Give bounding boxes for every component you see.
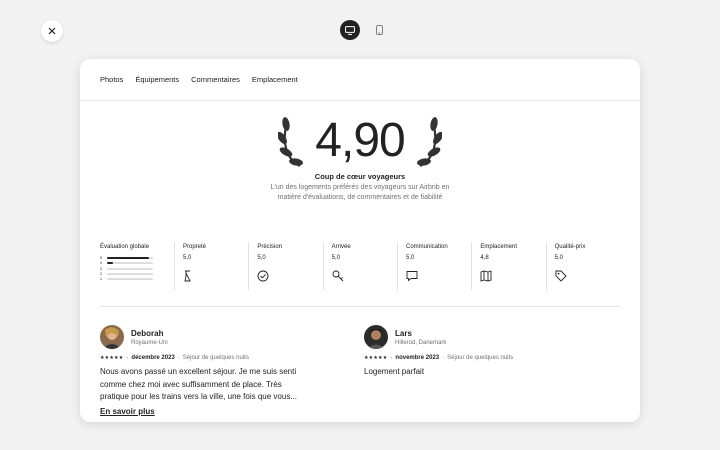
- rating-categories: Évaluation globale 54321 Propreté 5,0 Pr…: [100, 242, 620, 290]
- rating-bar-track: [107, 262, 153, 265]
- category-label: Qualité-prix: [554, 244, 586, 250]
- rating-bar-label: 5: [100, 256, 102, 260]
- category-communication: Communication 5,0: [396, 242, 471, 290]
- category-qualite-prix: Qualité-prix 5,0: [545, 242, 620, 290]
- tab-photos[interactable]: Photos: [100, 75, 123, 84]
- desktop-icon: [345, 25, 355, 35]
- rating-bar-track: [107, 272, 153, 275]
- laurel-right-icon: [417, 117, 442, 167]
- overall-rating-label: Évaluation globale: [100, 244, 150, 250]
- rating-bar-label: 1: [100, 277, 102, 282]
- category-value: 5,0: [331, 255, 340, 261]
- category-label: Arrivée: [331, 244, 351, 250]
- category-value: 5,0: [257, 255, 266, 261]
- device-toggle: [340, 20, 389, 40]
- rating-bar-label: 2: [100, 271, 102, 276]
- close-icon: [48, 27, 56, 35]
- section-divider: [100, 306, 620, 307]
- spray-bottle-icon: [184, 270, 191, 282]
- rating-bar-row: 3: [100, 267, 174, 271]
- review-date: décembre 2023: [131, 355, 175, 361]
- rating-bar-label: 4: [100, 261, 102, 266]
- overall-rating-distribution: Évaluation globale 54321: [100, 242, 174, 290]
- close-button[interactable]: [41, 20, 63, 42]
- guest-favorite-description: L'un des logements préférés des voyageur…: [270, 184, 450, 201]
- category-label: Précision: [257, 244, 283, 250]
- reviewer-name: Deborah: [131, 328, 164, 338]
- rating-bar-track: [107, 278, 153, 281]
- overall-score: 4,90: [315, 114, 405, 167]
- tab-equipements[interactable]: Équipements: [135, 75, 179, 84]
- review-stars: ★★★★★: [100, 355, 124, 361]
- category-value: 5,0: [405, 255, 415, 261]
- rating-bar-row: 5: [100, 256, 174, 260]
- rating-bar-label: 3: [100, 266, 102, 271]
- review-date: novembre 2023: [395, 355, 440, 361]
- key-icon: [332, 270, 343, 282]
- rating-bar-track: [107, 257, 153, 259]
- review-stay-type: Séjour de quelques nuits: [447, 355, 514, 361]
- review-stars: ★★★★★: [364, 355, 388, 361]
- category-emplacement: Emplacement 4,8: [471, 242, 545, 290]
- reviewer-name: Lars: [395, 328, 412, 338]
- category-label: Propreté: [183, 244, 207, 250]
- tab-commentaires[interactable]: Commentaires: [191, 75, 240, 84]
- category-precision: Précision 5,0: [248, 242, 322, 290]
- desktop-view-button[interactable]: [340, 20, 360, 40]
- read-more-link[interactable]: En savoir plus: [100, 407, 305, 416]
- reviewer-location: Royaume-Uni: [131, 339, 168, 346]
- category-arrivee: Arrivée 5,0: [322, 242, 397, 290]
- category-value: 4,8: [480, 255, 489, 261]
- category-label: Emplacement: [480, 244, 517, 250]
- rating-bar-row: 1: [100, 277, 174, 281]
- reviewer-location: Hillerod, Danemark: [395, 339, 447, 346]
- check-circle-icon: [257, 270, 269, 282]
- review-card: Deborah Royaume-Uni ★★★★★ · décembre 202…: [100, 325, 305, 416]
- review-text: Nous avons passé un excellent séjour. Je…: [100, 367, 297, 401]
- category-value: 5,0: [183, 255, 192, 261]
- mobile-view-button[interactable]: [369, 20, 389, 40]
- price-tag-icon: [555, 270, 567, 282]
- review-text: Logement parfait: [364, 367, 425, 376]
- mobile-icon: [375, 25, 383, 35]
- section-tabs: Photos Équipements Commentaires Emplacem…: [80, 59, 640, 101]
- tab-emplacement[interactable]: Emplacement: [252, 75, 298, 84]
- listing-reviews-card: Photos Équipements Commentaires Emplacem…: [80, 59, 640, 422]
- map-icon: [480, 270, 492, 282]
- rating-bar-row: 2: [100, 272, 174, 276]
- rating-bar-fill: [107, 257, 150, 259]
- rating-bar-fill: [107, 262, 113, 265]
- guest-favorite-title: Coup de cœur voyageurs: [314, 172, 406, 181]
- review-stay-type: Séjour de quelques nuits: [182, 355, 249, 361]
- review-card: Lars Hillerod, Danemark ★★★★★ · novembre…: [364, 325, 569, 379]
- category-proprete: Propreté 5,0: [174, 242, 248, 290]
- avatar[interactable]: [364, 325, 388, 349]
- category-label: Communication: [405, 244, 448, 250]
- category-value: 5,0: [554, 255, 563, 261]
- laurel-left-icon: [278, 117, 303, 167]
- rating-bar-row: 4: [100, 261, 174, 265]
- avatar[interactable]: [100, 325, 124, 349]
- rating-bar-track: [107, 267, 153, 270]
- chat-bubble-icon: [406, 271, 418, 282]
